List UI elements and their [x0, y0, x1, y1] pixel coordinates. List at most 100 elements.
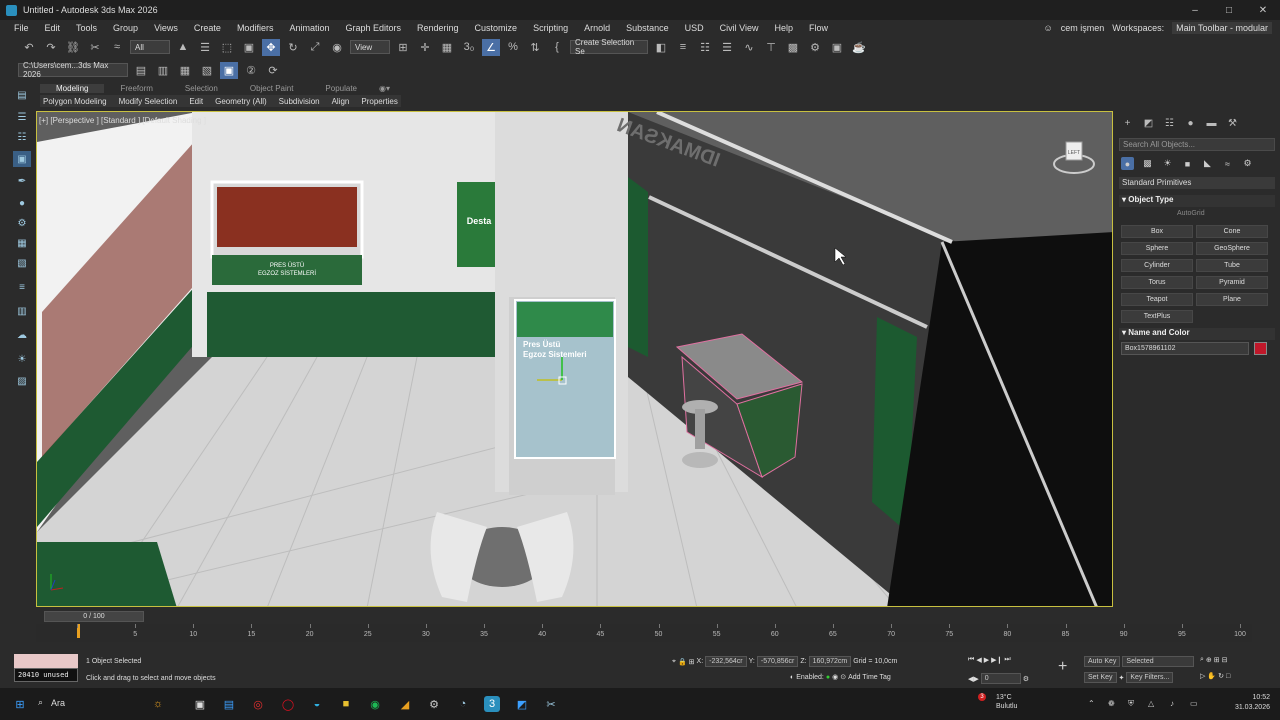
cone-button[interactable]: Cone: [1196, 225, 1268, 238]
torus-button[interactable]: Torus: [1121, 276, 1193, 289]
record-icon[interactable]: ◉: [832, 673, 838, 681]
reference-coord-dropdown[interactable]: View: [350, 40, 390, 54]
project-icon[interactable]: ▥: [154, 62, 172, 79]
pivot-center-icon[interactable]: ⊞: [394, 39, 412, 56]
textplus-button[interactable]: TextPlus: [1121, 310, 1193, 323]
go-to-end-icon[interactable]: ⏭: [1004, 656, 1010, 664]
primitive-category-dropdown[interactable]: Standard Primitives: [1119, 177, 1275, 189]
zoom-extents-icon[interactable]: ⊞: [1214, 656, 1220, 664]
region-select-icon[interactable]: ⬚: [218, 39, 236, 56]
menu-civil-view[interactable]: Civil View: [720, 23, 759, 33]
previous-frame-icon[interactable]: ◀: [976, 656, 981, 664]
store-icon[interactable]: ▤: [221, 696, 237, 712]
menu-usd[interactable]: USD: [685, 23, 704, 33]
redo-icon[interactable]: ↷: [42, 39, 60, 56]
elem-icon[interactable]: ▦: [13, 235, 31, 251]
key-mode-icon[interactable]: ◀▶: [968, 675, 979, 683]
ribbon-geometry-all[interactable]: Geometry (All): [212, 97, 270, 106]
taskbar-clock[interactable]: 10:52 31.03.2026: [1235, 693, 1270, 713]
x-coord-field[interactable]: -232,564cr: [705, 656, 747, 667]
select-rotate-icon[interactable]: ↻: [284, 39, 302, 56]
name-color-rollout[interactable]: ▾ Name and Color: [1119, 328, 1275, 340]
go-to-start-icon[interactable]: ⏮: [968, 656, 974, 664]
lock-selection-icon[interactable]: 🔒: [678, 658, 687, 666]
align-icon[interactable]: ≡: [674, 39, 692, 56]
menu-arnold[interactable]: Arnold: [584, 23, 610, 33]
snaps-2d-icon[interactable]: ②: [242, 62, 260, 79]
snaps-toggle-icon[interactable]: 3₀: [460, 39, 478, 56]
maximize-viewport-icon[interactable]: □: [1226, 673, 1230, 680]
lights-icon[interactable]: ☀: [1161, 157, 1174, 170]
menu-create[interactable]: Create: [194, 23, 221, 33]
menu-rendering[interactable]: Rendering: [417, 23, 459, 33]
select-by-name-icon[interactable]: ☰: [196, 39, 214, 56]
object-color-swatch[interactable]: [1254, 342, 1267, 355]
named-selection-dropdown[interactable]: Create Selection Se: [570, 38, 648, 56]
photoshop-icon[interactable]: ◩: [514, 696, 530, 712]
layers-icon[interactable]: ≡: [13, 279, 31, 295]
zoom-icon[interactable]: ⌕: [1200, 656, 1204, 664]
isolate-selection-icon[interactable]: ⌖: [672, 658, 676, 666]
teapot-button[interactable]: Teapot: [1121, 293, 1193, 306]
display-tab-icon[interactable]: ▬: [1205, 117, 1218, 130]
window-crossing-icon[interactable]: ▣: [240, 39, 258, 56]
sync-icon[interactable]: ⟳: [264, 62, 282, 79]
scene-explorer-icon[interactable]: ☷: [696, 39, 714, 56]
tab-selection[interactable]: Selection: [169, 84, 234, 93]
render-icon[interactable]: ☕: [850, 39, 868, 56]
systems-icon[interactable]: ⚙: [1241, 157, 1254, 170]
display-filter-icon[interactable]: ▣: [13, 151, 31, 167]
key-icon[interactable]: ✦: [1119, 674, 1125, 682]
set-key-button[interactable]: Set Key: [1084, 672, 1117, 683]
viewcube[interactable]: LEFT: [1053, 134, 1095, 176]
scene-states-icon[interactable]: ▨: [13, 373, 31, 389]
chrome-icon[interactable]: ◎: [250, 696, 266, 712]
minimize-button[interactable]: –: [1178, 0, 1212, 20]
add-key-icon[interactable]: +: [1058, 658, 1067, 676]
ribbon-edit[interactable]: Edit: [186, 97, 206, 106]
rendered-frame-icon[interactable]: ▣: [828, 39, 846, 56]
menu-help[interactable]: Help: [774, 23, 793, 33]
open-folder-icon[interactable]: ▤: [132, 62, 150, 79]
spinner-snap-icon[interactable]: ⇅: [526, 39, 544, 56]
selection-filter-dropdown[interactable]: All: [130, 40, 170, 54]
steam-icon[interactable]: ◔: [455, 696, 471, 712]
taskbar-search[interactable]: ⌕ Ara: [38, 697, 65, 708]
layer-explorer-icon[interactable]: ☰: [718, 39, 736, 56]
project-settings-icon[interactable]: ▧: [198, 62, 216, 79]
battery-icon[interactable]: ▭: [1190, 699, 1198, 708]
cylinder-button[interactable]: Cylinder: [1121, 259, 1193, 272]
tab-modeling[interactable]: Modeling: [40, 83, 105, 93]
menu-scripting[interactable]: Scripting: [533, 23, 568, 33]
search-highlight-icon[interactable]: ☼: [150, 696, 166, 712]
tab-populate[interactable]: Populate: [309, 84, 373, 93]
geosphere-button[interactable]: GeoSphere: [1196, 242, 1268, 255]
ribbon-polygon-modeling[interactable]: Polygon Modeling: [40, 97, 110, 106]
maximize-button[interactable]: □: [1212, 0, 1246, 20]
select-scale-icon[interactable]: ⤢: [306, 39, 324, 56]
shapes-icon[interactable]: ▩: [1141, 157, 1154, 170]
hierarchy-tab-icon[interactable]: ☷: [1163, 117, 1176, 130]
light-icon[interactable]: ☀: [13, 351, 31, 367]
menu-customize[interactable]: Customize: [475, 23, 518, 33]
track-bar[interactable]: 5 10 15 20 25 30 35 40 45 50 55 60 65 70 75 80 85 90 95 100: [36, 624, 1252, 642]
pan-icon[interactable]: ✋: [1207, 672, 1216, 680]
auto-key-button[interactable]: Auto Key: [1084, 656, 1121, 667]
spacewarps-icon[interactable]: ≈: [1221, 157, 1234, 170]
autogrid-checkbox[interactable]: AutoGrid: [1177, 210, 1205, 217]
box-button[interactable]: Box: [1121, 225, 1193, 238]
proc-icon[interactable]: ⚙: [13, 215, 31, 231]
mirror-icon[interactable]: ◧: [652, 39, 670, 56]
edit-named-selection-icon[interactable]: {: [548, 39, 566, 56]
keyboard-shortcut-icon[interactable]: ▦: [438, 39, 456, 56]
menu-flow[interactable]: Flow: [809, 23, 828, 33]
render-setup-icon[interactable]: ⚙: [806, 39, 824, 56]
enabled-toggle-icon[interactable]: ●: [826, 674, 830, 681]
menu-modifiers[interactable]: Modifiers: [237, 23, 274, 33]
menu-file[interactable]: File: [14, 23, 29, 33]
snipping-icon[interactable]: ✂: [543, 696, 559, 712]
menu-substance[interactable]: Substance: [626, 23, 669, 33]
material-editor-icon[interactable]: ▩: [784, 39, 802, 56]
vol-icon[interactable]: ▧: [13, 255, 31, 271]
security-icon[interactable]: ⛨: [1128, 699, 1134, 709]
